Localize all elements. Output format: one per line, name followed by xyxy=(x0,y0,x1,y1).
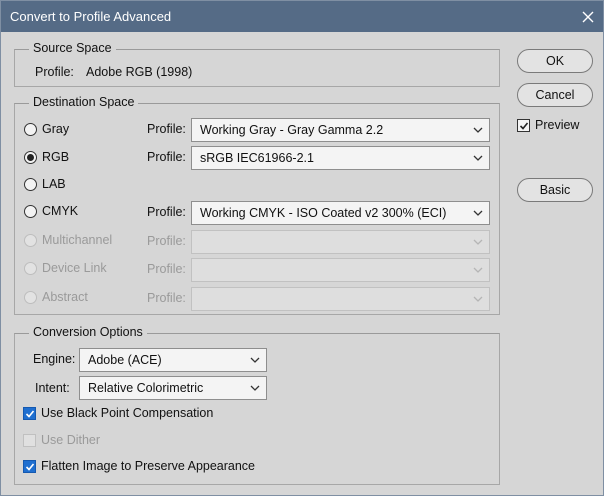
multichannel-profile-label: Profile: xyxy=(147,234,186,248)
engine-label: Engine: xyxy=(33,352,76,366)
intent-label: Intent: xyxy=(35,381,70,395)
cmyk-profile-value: Working CMYK - ISO Coated v2 300% (ECI) xyxy=(200,206,447,220)
device-link-radio-label: Device Link xyxy=(42,261,107,275)
rgb-profile-label: Profile: xyxy=(147,150,186,164)
lab-radio[interactable] xyxy=(24,178,37,191)
multichannel-profile-select xyxy=(191,230,490,254)
chevron-down-icon xyxy=(473,210,483,216)
destination-space-group: Destination Space Gray Profile: Working … xyxy=(14,95,500,315)
checkmark-icon xyxy=(25,463,35,471)
abstract-profile-label: Profile: xyxy=(147,291,186,305)
source-profile-label: Profile: xyxy=(35,65,74,79)
chevron-down-icon xyxy=(473,296,483,302)
cancel-button[interactable]: Cancel xyxy=(517,83,593,107)
rgb-profile-value: sRGB IEC61966-2.1 xyxy=(200,151,314,165)
ok-button[interactable]: OK xyxy=(517,49,593,73)
dither-checkbox xyxy=(23,434,36,447)
destination-space-legend: Destination Space xyxy=(29,95,139,109)
chevron-down-icon xyxy=(473,155,483,161)
device-link-profile-select xyxy=(191,258,490,282)
black-point-checkbox[interactable] xyxy=(23,407,36,420)
rgb-radio-label[interactable]: RGB xyxy=(42,150,69,164)
close-button[interactable] xyxy=(573,1,603,32)
cancel-button-label: Cancel xyxy=(535,88,575,102)
gray-radio-label[interactable]: Gray xyxy=(42,122,69,136)
device-link-profile-label: Profile: xyxy=(147,262,186,276)
abstract-profile-select xyxy=(191,287,490,311)
cmyk-profile-label: Profile: xyxy=(147,205,186,219)
intent-value: Relative Colorimetric xyxy=(88,381,204,395)
rgb-radio[interactable] xyxy=(24,151,37,164)
cmyk-profile-select[interactable]: Working CMYK - ISO Coated v2 300% (ECI) xyxy=(191,201,490,225)
device-link-radio xyxy=(24,262,37,275)
source-profile-value: Adobe RGB (1998) xyxy=(86,65,193,79)
basic-button-label: Basic xyxy=(539,183,571,197)
black-point-label[interactable]: Use Black Point Compensation xyxy=(41,406,213,420)
engine-select[interactable]: Adobe (ACE) xyxy=(79,348,267,372)
basic-button[interactable]: Basic xyxy=(517,178,593,202)
chevron-down-icon xyxy=(250,385,260,391)
cmyk-radio-label[interactable]: CMYK xyxy=(42,204,78,218)
chevron-down-icon xyxy=(473,267,483,273)
gray-profile-value: Working Gray - Gray Gamma 2.2 xyxy=(200,123,384,137)
gray-profile-select[interactable]: Working Gray - Gray Gamma 2.2 xyxy=(191,118,490,142)
source-space-legend: Source Space xyxy=(29,41,116,55)
intent-select[interactable]: Relative Colorimetric xyxy=(79,376,267,400)
chevron-down-icon xyxy=(473,127,483,133)
lab-radio-label[interactable]: LAB xyxy=(42,177,66,191)
checkmark-icon xyxy=(519,122,529,130)
engine-value: Adobe (ACE) xyxy=(88,353,162,367)
ok-button-label: OK xyxy=(545,54,565,68)
gray-radio[interactable] xyxy=(24,123,37,136)
title-bar: Convert to Profile Advanced xyxy=(1,1,603,32)
checkmark-icon xyxy=(25,410,35,418)
preview-checkbox[interactable] xyxy=(517,119,530,132)
preview-label[interactable]: Preview xyxy=(535,118,579,132)
source-space-group: Source Space Profile: Adobe RGB (1998) xyxy=(14,41,500,87)
conversion-options-group: Conversion Options Engine: Adobe (ACE) I… xyxy=(14,325,500,485)
conversion-options-legend: Conversion Options xyxy=(29,325,147,339)
convert-to-profile-dialog: Convert to Profile Advanced Source Space… xyxy=(0,0,604,496)
gray-profile-label: Profile: xyxy=(147,122,186,136)
flatten-checkbox[interactable] xyxy=(23,460,36,473)
chevron-down-icon xyxy=(250,357,260,363)
dither-label: Use Dither xyxy=(41,433,101,447)
abstract-radio xyxy=(24,291,37,304)
multichannel-radio-label: Multichannel xyxy=(42,233,113,247)
abstract-radio-label: Abstract xyxy=(42,290,88,304)
flatten-label[interactable]: Flatten Image to Preserve Appearance xyxy=(41,459,255,473)
rgb-profile-select[interactable]: sRGB IEC61966-2.1 xyxy=(191,146,490,170)
chevron-down-icon xyxy=(473,239,483,245)
cmyk-radio[interactable] xyxy=(24,205,37,218)
window-title: Convert to Profile Advanced xyxy=(10,9,172,24)
close-icon xyxy=(582,11,594,22)
multichannel-radio xyxy=(24,234,37,247)
